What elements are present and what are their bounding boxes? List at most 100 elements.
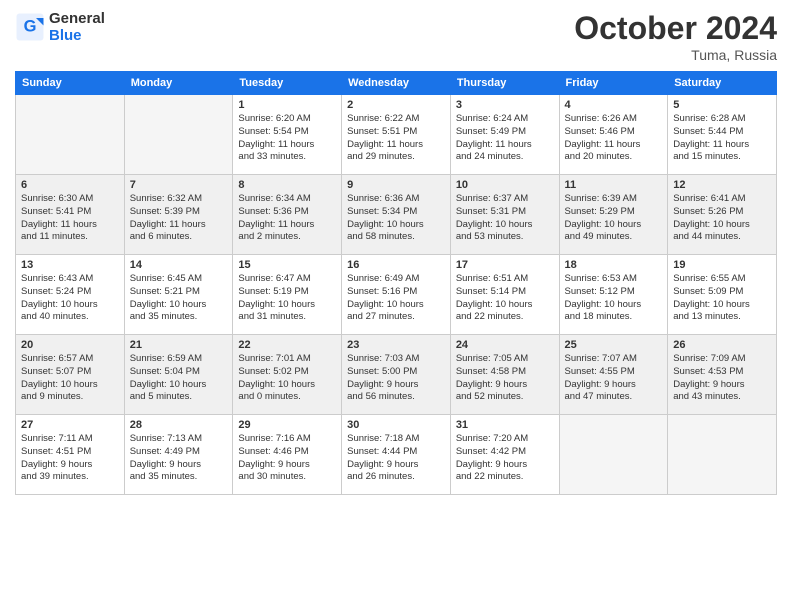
day-info: Sunrise: 6:41 AM Sunset: 5:26 PM Dayligh… xyxy=(673,193,771,244)
day-info: Sunrise: 7:01 AM Sunset: 5:02 PM Dayligh… xyxy=(238,353,336,404)
day-cell-30: 30 Sunrise: 7:18 AM Sunset: 4:44 PM Dayli… xyxy=(342,415,451,495)
day-cell-13: 13 Sunrise: 6:43 AM Sunset: 5:24 PM Dayli… xyxy=(16,255,125,335)
svg-text:G: G xyxy=(24,18,37,36)
day-number: 20 xyxy=(21,339,119,351)
day-number: 27 xyxy=(21,419,119,431)
day-number: 26 xyxy=(673,339,771,351)
col-header-saturday: Saturday xyxy=(668,72,777,95)
day-cell-19: 19 Sunrise: 6:55 AM Sunset: 5:09 PM Dayli… xyxy=(668,255,777,335)
day-number: 14 xyxy=(130,259,228,271)
day-cell-28: 28Sunrise: 7:13 AM Sunset: 4:49 PM Dayli… xyxy=(124,415,233,495)
day-cell-25: 25 Sunrise: 7:07 AM Sunset: 4:55 PM Dayli… xyxy=(559,335,668,415)
day-cell-12: 12 Sunrise: 6:41 AM Sunset: 5:26 PM Dayli… xyxy=(668,175,777,255)
day-cell-2: 2 Sunrise: 6:22 AM Sunset: 5:51 PM Daylig… xyxy=(342,95,451,175)
week-row-3: 13 Sunrise: 6:43 AM Sunset: 5:24 PM Dayli… xyxy=(16,255,777,335)
day-info: Sunrise: 6:53 AM Sunset: 5:12 PM Dayligh… xyxy=(565,273,663,324)
day-cell-1: 1Sunrise: 6:20 AM Sunset: 5:54 PM Daylig… xyxy=(233,95,342,175)
day-cell-20: 20 Sunrise: 6:57 AM Sunset: 5:07 PM Dayli… xyxy=(16,335,125,415)
empty-cell xyxy=(16,95,125,175)
logo: G General Blue xyxy=(15,10,105,44)
day-number: 23 xyxy=(347,339,445,351)
day-info: Sunrise: 7:16 AM Sunset: 4:46 PM Dayligh… xyxy=(238,433,336,484)
logo-icon: G xyxy=(15,12,45,42)
col-header-tuesday: Tuesday xyxy=(233,72,342,95)
day-number: 9 xyxy=(347,179,445,191)
day-number: 16 xyxy=(347,259,445,271)
day-number: 19 xyxy=(673,259,771,271)
day-number: 25 xyxy=(565,339,663,351)
day-info: Sunrise: 6:57 AM Sunset: 5:07 PM Dayligh… xyxy=(21,353,119,404)
col-header-monday: Monday xyxy=(124,72,233,95)
day-number: 5 xyxy=(673,99,771,111)
location: Tuma, Russia xyxy=(574,47,777,63)
week-row-2: 6Sunrise: 6:30 AM Sunset: 5:41 PM Daylig… xyxy=(16,175,777,255)
day-info: Sunrise: 7:07 AM Sunset: 4:55 PM Dayligh… xyxy=(565,353,663,404)
day-info: Sunrise: 7:03 AM Sunset: 5:00 PM Dayligh… xyxy=(347,353,445,404)
title-block: October 2024 Tuma, Russia xyxy=(574,10,777,63)
day-info: Sunrise: 6:51 AM Sunset: 5:14 PM Dayligh… xyxy=(456,273,554,324)
day-cell-29: 29 Sunrise: 7:16 AM Sunset: 4:46 PM Dayli… xyxy=(233,415,342,495)
empty-cell xyxy=(668,415,777,495)
day-number: 2 xyxy=(347,99,445,111)
day-cell-3: 3Sunrise: 6:24 AM Sunset: 5:49 PM Daylig… xyxy=(450,95,559,175)
day-info: Sunrise: 6:43 AM Sunset: 5:24 PM Dayligh… xyxy=(21,273,119,324)
day-cell-4: 4 Sunrise: 6:26 AM Sunset: 5:46 PM Daylig… xyxy=(559,95,668,175)
day-info: Sunrise: 7:18 AM Sunset: 4:44 PM Dayligh… xyxy=(347,433,445,484)
col-header-wednesday: Wednesday xyxy=(342,72,451,95)
day-info: Sunrise: 6:24 AM Sunset: 5:49 PM Dayligh… xyxy=(456,113,554,164)
week-row-4: 20 Sunrise: 6:57 AM Sunset: 5:07 PM Dayli… xyxy=(16,335,777,415)
day-cell-7: 7Sunrise: 6:32 AM Sunset: 5:39 PM Daylig… xyxy=(124,175,233,255)
day-cell-6: 6Sunrise: 6:30 AM Sunset: 5:41 PM Daylig… xyxy=(16,175,125,255)
day-cell-31: 31 Sunrise: 7:20 AM Sunset: 4:42 PM Dayli… xyxy=(450,415,559,495)
day-info: Sunrise: 6:36 AM Sunset: 5:34 PM Dayligh… xyxy=(347,193,445,244)
day-number: 28 xyxy=(130,419,228,431)
day-cell-27: 27 Sunrise: 7:11 AM Sunset: 4:51 PM Dayli… xyxy=(16,415,125,495)
day-info: Sunrise: 6:49 AM Sunset: 5:16 PM Dayligh… xyxy=(347,273,445,324)
day-cell-17: 17 Sunrise: 6:51 AM Sunset: 5:14 PM Dayli… xyxy=(450,255,559,335)
day-cell-22: 22 Sunrise: 7:01 AM Sunset: 5:02 PM Dayli… xyxy=(233,335,342,415)
day-cell-9: 9 Sunrise: 6:36 AM Sunset: 5:34 PM Daylig… xyxy=(342,175,451,255)
day-cell-21: 21 Sunrise: 6:59 AM Sunset: 5:04 PM Dayli… xyxy=(124,335,233,415)
day-info: Sunrise: 7:11 AM Sunset: 4:51 PM Dayligh… xyxy=(21,433,119,484)
day-number: 13 xyxy=(21,259,119,271)
day-cell-23: 23 Sunrise: 7:03 AM Sunset: 5:00 PM Dayli… xyxy=(342,335,451,415)
calendar-table: SundayMondayTuesdayWednesdayThursdayFrid… xyxy=(15,71,777,495)
day-info: Sunrise: 6:45 AM Sunset: 5:21 PM Dayligh… xyxy=(130,273,228,324)
day-info: Sunrise: 6:32 AM Sunset: 5:39 PM Dayligh… xyxy=(130,193,228,244)
day-number: 1 xyxy=(238,99,336,111)
empty-cell xyxy=(124,95,233,175)
day-number: 29 xyxy=(238,419,336,431)
day-info: Sunrise: 6:28 AM Sunset: 5:44 PM Dayligh… xyxy=(673,113,771,164)
day-info: Sunrise: 6:37 AM Sunset: 5:31 PM Dayligh… xyxy=(456,193,554,244)
week-row-1: 1Sunrise: 6:20 AM Sunset: 5:54 PM Daylig… xyxy=(16,95,777,175)
day-number: 22 xyxy=(238,339,336,351)
day-info: Sunrise: 6:22 AM Sunset: 5:51 PM Dayligh… xyxy=(347,113,445,164)
col-header-thursday: Thursday xyxy=(450,72,559,95)
page: G General Blue October 2024 Tuma, Russia… xyxy=(0,0,792,612)
day-number: 31 xyxy=(456,419,554,431)
day-number: 17 xyxy=(456,259,554,271)
day-number: 4 xyxy=(565,99,663,111)
day-info: Sunrise: 7:09 AM Sunset: 4:53 PM Dayligh… xyxy=(673,353,771,404)
day-info: Sunrise: 7:05 AM Sunset: 4:58 PM Dayligh… xyxy=(456,353,554,404)
day-number: 15 xyxy=(238,259,336,271)
day-cell-11: 11Sunrise: 6:39 AM Sunset: 5:29 PM Dayli… xyxy=(559,175,668,255)
day-number: 12 xyxy=(673,179,771,191)
day-info: Sunrise: 6:26 AM Sunset: 5:46 PM Dayligh… xyxy=(565,113,663,164)
day-info: Sunrise: 6:34 AM Sunset: 5:36 PM Dayligh… xyxy=(238,193,336,244)
day-info: Sunrise: 6:30 AM Sunset: 5:41 PM Dayligh… xyxy=(21,193,119,244)
day-cell-10: 10 Sunrise: 6:37 AM Sunset: 5:31 PM Dayli… xyxy=(450,175,559,255)
day-cell-18: 18Sunrise: 6:53 AM Sunset: 5:12 PM Dayli… xyxy=(559,255,668,335)
logo-text: General Blue xyxy=(49,10,105,44)
day-info: Sunrise: 6:55 AM Sunset: 5:09 PM Dayligh… xyxy=(673,273,771,324)
day-number: 21 xyxy=(130,339,228,351)
day-info: Sunrise: 6:59 AM Sunset: 5:04 PM Dayligh… xyxy=(130,353,228,404)
col-header-sunday: Sunday xyxy=(16,72,125,95)
col-header-friday: Friday xyxy=(559,72,668,95)
day-info: Sunrise: 7:20 AM Sunset: 4:42 PM Dayligh… xyxy=(456,433,554,484)
day-number: 10 xyxy=(456,179,554,191)
day-number: 8 xyxy=(238,179,336,191)
day-number: 30 xyxy=(347,419,445,431)
day-cell-24: 24Sunrise: 7:05 AM Sunset: 4:58 PM Dayli… xyxy=(450,335,559,415)
day-number: 11 xyxy=(565,179,663,191)
